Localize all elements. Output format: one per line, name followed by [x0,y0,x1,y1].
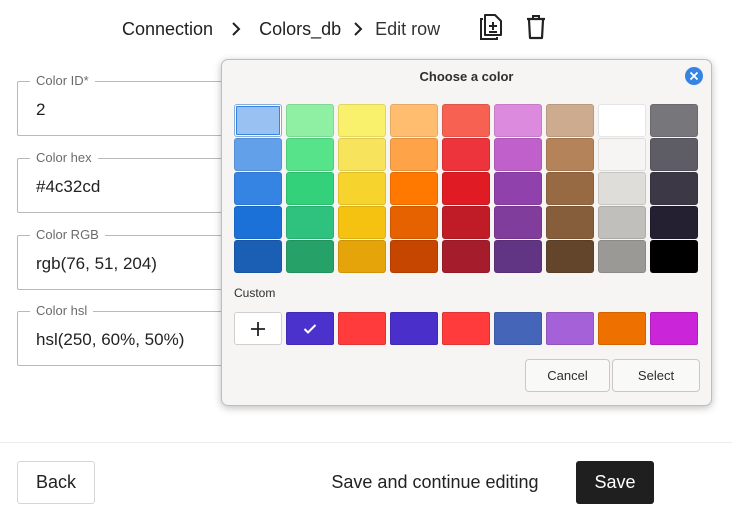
color-swatch[interactable] [390,240,438,273]
color-hex-label: Color hex [30,150,98,165]
custom-color-swatch[interactable] [442,312,490,345]
color-swatch[interactable] [442,138,490,171]
color-swatch[interactable] [286,240,334,273]
color-swatch[interactable] [234,240,282,273]
color-swatch[interactable] [650,172,698,205]
custom-color-swatch[interactable] [338,312,386,345]
trash-icon[interactable] [521,12,551,42]
color-chooser-dialog: Choose a color Custom Cancel Select [221,59,712,406]
color-swatch[interactable] [650,104,698,137]
custom-label: Custom [234,286,276,300]
color-swatch[interactable] [598,240,646,273]
color-swatch[interactable] [494,104,542,137]
color-swatch[interactable] [390,206,438,239]
color-swatch[interactable] [650,138,698,171]
color-swatch[interactable] [494,206,542,239]
color-swatch[interactable] [442,104,490,137]
color-swatch[interactable] [338,206,386,239]
color-swatch[interactable] [442,206,490,239]
custom-color-swatch[interactable] [546,312,594,345]
dialog-title: Choose a color [419,69,514,84]
color-swatch[interactable] [598,138,646,171]
add-custom-color-button[interactable] [234,312,282,345]
breadcrumb: Connection Colors_db Edit row [122,14,440,44]
color-swatch[interactable] [286,172,334,205]
custom-color-swatch[interactable] [390,312,438,345]
back-button[interactable]: Back [17,461,95,504]
color-swatch[interactable] [390,104,438,137]
color-swatch[interactable] [338,240,386,273]
color-swatch[interactable] [442,240,490,273]
checkmark-icon [303,323,317,334]
color-swatch[interactable] [546,138,594,171]
color-swatch[interactable] [338,172,386,205]
chevron-right-icon [213,22,259,36]
color-swatch[interactable] [546,104,594,137]
color-swatch[interactable] [494,138,542,171]
color-swatch[interactable] [598,206,646,239]
color-swatch[interactable] [286,138,334,171]
color-swatch[interactable] [494,240,542,273]
color-swatch[interactable] [234,172,282,205]
close-icon[interactable] [685,67,703,85]
color-hsl-value: hsl(250, 60%, 50%) [36,330,185,349]
color-rgb-value: rgb(76, 51, 204) [36,254,157,273]
color-id-value: 2 [36,100,46,119]
color-swatch[interactable] [650,206,698,239]
custom-color-swatch[interactable] [494,312,542,345]
color-swatch[interactable] [286,104,334,137]
breadcrumb-connection[interactable]: Connection [122,19,213,40]
color-swatch[interactable] [494,172,542,205]
breadcrumb-current: Edit row [375,18,441,39]
color-swatch[interactable] [390,138,438,171]
add-document-icon[interactable] [476,12,506,42]
color-swatch[interactable] [442,172,490,205]
save-and-continue-button[interactable]: Save and continue editing [318,461,552,504]
color-swatch[interactable] [598,104,646,137]
color-hex-value: #4c32cd [36,177,101,196]
save-button[interactable]: Save [576,461,654,504]
color-swatch[interactable] [390,172,438,205]
color-swatch[interactable] [650,240,698,273]
breadcrumb-colors-db[interactable]: Colors_db [259,19,341,40]
select-button[interactable]: Select [612,359,700,392]
color-swatch[interactable] [598,172,646,205]
chevron-right-icon [341,22,375,36]
custom-color-swatch[interactable] [650,312,698,345]
footer-divider [0,442,732,443]
color-swatch[interactable] [234,104,282,137]
color-hsl-label: Color hsl [30,303,94,318]
custom-color-swatch[interactable] [598,312,646,345]
color-palette [234,104,698,273]
color-rgb-label: Color RGB [30,227,105,242]
color-swatch[interactable] [286,206,334,239]
plus-icon [251,321,265,336]
cancel-button[interactable]: Cancel [525,359,610,392]
custom-colors-row [234,312,698,345]
color-id-label: Color ID* [30,73,95,88]
color-swatch[interactable] [546,206,594,239]
color-swatch[interactable] [546,240,594,273]
color-swatch[interactable] [234,138,282,171]
custom-color-swatch[interactable] [286,312,334,345]
color-swatch[interactable] [234,206,282,239]
color-swatch[interactable] [546,172,594,205]
color-swatch[interactable] [338,104,386,137]
color-swatch[interactable] [338,138,386,171]
